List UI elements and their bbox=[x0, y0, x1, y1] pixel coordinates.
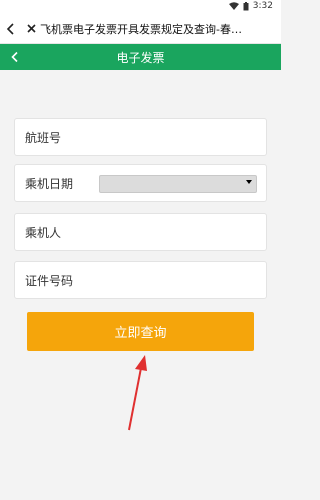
flight-number-field[interactable]: 航班号 bbox=[14, 118, 267, 156]
app-header: 电子发票 bbox=[0, 44, 281, 70]
id-number-field[interactable]: 证件号码 bbox=[14, 261, 267, 299]
wifi-icon bbox=[228, 2, 239, 10]
query-button[interactable]: 立即查询 bbox=[27, 312, 254, 351]
status-icons: 3:32 bbox=[228, 1, 273, 11]
passenger-field[interactable]: 乘机人 bbox=[14, 213, 267, 251]
flight-date-field: 乘机日期 bbox=[14, 164, 267, 202]
close-icon bbox=[26, 24, 36, 33]
status-bar: 3:32 bbox=[0, 0, 281, 14]
dropdown-arrow-icon bbox=[246, 180, 252, 184]
browser-toolbar: 飞机票电子发票开具发票规定及查询-春… bbox=[0, 14, 281, 44]
flight-date-select[interactable] bbox=[99, 175, 257, 193]
chevron-left-icon bbox=[11, 51, 18, 63]
browser-page-title: 飞机票电子发票开具发票规定及查询-春… bbox=[40, 22, 242, 36]
id-number-label: 证件号码 bbox=[25, 273, 74, 288]
battery-icon bbox=[243, 1, 249, 10]
browser-back-button[interactable] bbox=[0, 22, 22, 35]
header-back-button[interactable] bbox=[6, 48, 24, 66]
browser-close-button[interactable] bbox=[22, 24, 40, 33]
passenger-label: 乘机人 bbox=[25, 225, 62, 240]
flight-date-label: 乘机日期 bbox=[25, 176, 74, 191]
chevron-left-icon bbox=[6, 22, 14, 35]
page-title: 电子发票 bbox=[116, 50, 165, 65]
flight-number-label: 航班号 bbox=[25, 130, 62, 145]
status-time: 3:32 bbox=[252, 1, 273, 11]
